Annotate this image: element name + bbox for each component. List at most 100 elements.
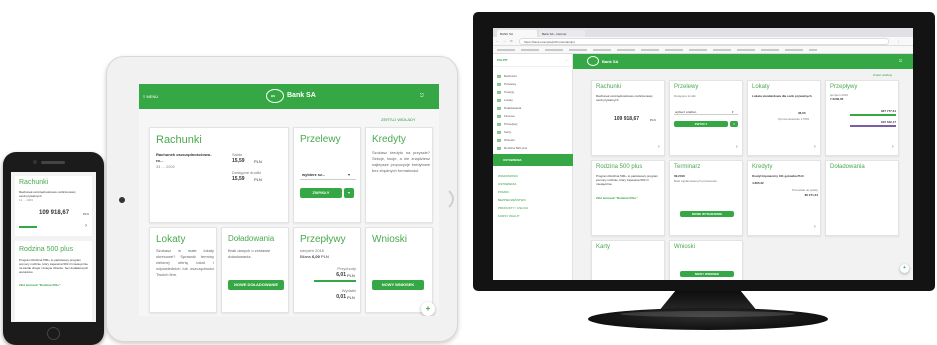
browser-tab-second-label: Bank SA - Internet <box>542 32 567 36</box>
back-arrow-icon[interactable]: ← <box>496 39 499 43</box>
sidebar-item-label: Przepływy <box>504 122 518 126</box>
hamburger-icon: ≡ <box>143 94 146 99</box>
phone-accounts-card[interactable]: Rachunki Rachunek oszczędnościowo-rozlic… <box>15 176 92 236</box>
browser-tab-active-label: BANK SA <box>500 32 514 36</box>
phone-family-link[interactable]: Złóż wniosek "Rodzina 500+" <box>19 283 61 287</box>
monitor-loans-title: Kredyty <box>752 164 773 170</box>
phone-camera <box>33 160 37 164</box>
url-input[interactable]: https://bank.example/pl/frontend/pulpit <box>519 38 889 45</box>
logout-icon[interactable]: ⎋ <box>420 93 424 99</box>
monitor-loans-tile[interactable]: Kredyty Kredyt hipoteczny 311 gotówka PL… <box>747 160 821 236</box>
sidebar-item-transfers[interactable]: Przelewy <box>497 82 516 86</box>
monitor-topups-tile[interactable]: Doładowania <box>825 160 899 236</box>
sidebar-link-messages[interactable]: WIADOMOŚCI <box>498 174 518 178</box>
sidebar-settings-item[interactable]: USTAWIENIA <box>493 154 573 166</box>
sidebar-item-family[interactable]: Rodzina 500 plus <box>497 146 527 150</box>
monitor-accounts-tile[interactable]: Rachunki Rachunek oszczędnościowo-rozlic… <box>591 80 665 156</box>
sidebar-item-topups[interactable]: Doładowania <box>497 106 521 110</box>
chevron-right-icon[interactable]: › <box>85 223 87 229</box>
chevron-right-icon[interactable]: › <box>814 144 816 150</box>
monitor-deposits-title: Lokaty <box>752 84 770 90</box>
browser-tab-second[interactable]: Bank SA - Internet <box>539 30 585 37</box>
chevron-right-icon[interactable]: › <box>814 224 816 230</box>
bookmarks-list <box>497 49 817 51</box>
tablet-flows-card[interactable]: Przepływy sierpień 2016 Bilans 6,00 PLN … <box>293 227 361 313</box>
chevron-right-icon[interactable]: › <box>892 144 894 150</box>
sidebar-item-applications[interactable]: Wnioski <box>497 138 515 142</box>
monitor-template-select-value: wybierz szablon <box>675 110 697 114</box>
monitor-deposits-tile[interactable]: Lokaty Lokata standardowa dla osób prywa… <box>747 80 821 156</box>
tablet-balance-value: 15,59 <box>232 158 245 164</box>
monitor-flows-expense-bar <box>850 125 896 127</box>
sidebar-link-security[interactable]: BEZPIECZEŃSTWO <box>498 198 526 202</box>
sidebar-item-finance[interactable]: Finanse <box>497 114 515 118</box>
monitor-flows-income-bar <box>850 114 896 116</box>
tablet-widgets-link[interactable]: ZERTUJ WIDŁADY <box>381 117 416 122</box>
deposit-icon <box>497 98 501 102</box>
sidebar-link-rates[interactable]: KURSY WALUT <box>498 214 520 218</box>
monitor-standard-transfer-button[interactable]: ZWYKŁY <box>674 121 728 127</box>
tablet-new-topup-button[interactable]: NOWE DOŁADOWANIE <box>228 280 284 290</box>
monitor-flows-tile[interactable]: Przepływy sierpień 2016 7 6236,05 927 77… <box>825 80 899 156</box>
tablet-transfer-dropdown-button[interactable]: ▾ <box>344 188 354 198</box>
monitor-transfer-dropdown-button[interactable]: ▾ <box>730 121 738 127</box>
monitor-screen: BANK SA Bank SA - Internet ← → ↻ https:/… <box>493 28 913 280</box>
sidebar-item-deposits[interactable]: Lokaty <box>497 98 513 102</box>
sidebar-item-accounts[interactable]: Rachunki <box>497 74 517 78</box>
sidebar-settings-label: USTAWIENIA <box>503 158 522 162</box>
forward-arrow-icon[interactable]: → <box>503 39 506 43</box>
sidebar-top-label[interactable]: PULPIT <box>497 58 508 62</box>
add-widget-icon[interactable]: + <box>900 264 909 273</box>
tablet-new-application-button[interactable]: NOWY WNIOSEK <box>372 280 424 290</box>
tablet-home-button <box>448 190 454 208</box>
reload-icon[interactable]: ↻ <box>510 39 513 43</box>
monitor-edit-widgets-link[interactable]: Zmień widżety <box>873 73 892 77</box>
logout-icon[interactable]: ⎋ <box>899 58 902 63</box>
tablet-transfers-card[interactable]: Przelewy wybierz sz... ▾ ZWYKŁY ▾ <box>293 127 361 223</box>
monitor-template-select[interactable]: wybierz szablon ▾ <box>674 109 738 115</box>
chevron-down-icon: ▾ <box>348 172 351 177</box>
tablet-account-name2: ro... <box>156 158 164 163</box>
monitor-family-link[interactable]: Złóż wniosek "Rodzina 500+" <box>596 196 638 200</box>
tablet-topups-title: Doładowania <box>228 234 275 243</box>
phone-speaker <box>41 161 65 164</box>
document-icon <box>497 138 501 142</box>
sidebar-link-help[interactable]: POMOC <box>498 190 509 194</box>
monitor-new-event-button[interactable]: NOWE WYDARZENIE <box>680 211 734 217</box>
sidebar-item-cards[interactable]: Karty <box>497 130 511 134</box>
sidebar-link-settings[interactable]: USTAWIENIA <box>498 182 516 186</box>
sidebar-link-products[interactable]: PRODUKTY I USŁUGI <box>498 206 528 210</box>
monitor-applications-tile[interactable]: Wnioski NOWY WNIOSEK <box>669 240 743 280</box>
phone-family-card[interactable]: Rodzina 500 plus Program Rodzina 500+ to… <box>15 241 92 321</box>
tablet-topups-card[interactable]: Doładowania Brak danych o zestawie doład… <box>221 227 289 313</box>
tablet-accounts-title: Rachunki <box>156 134 202 146</box>
tablet-topups-description: Brak danych o zestawie doładowania. <box>228 248 271 259</box>
sidebar-item-flows[interactable]: Przepływy <box>497 122 518 126</box>
monitor-cards-tile[interactable]: Karty <box>591 240 665 280</box>
monitor-transfers-tile[interactable]: Przelewy Dostępne środki wybierz szablon… <box>669 80 743 156</box>
tablet-template-select[interactable]: wybierz sz... ▾ <box>300 170 356 180</box>
monitor-cards-title: Karty <box>596 244 611 250</box>
tablet-deposits-description: Szukasz w małe lokaty okresowe? Sprawdź … <box>156 248 214 277</box>
tablet-deposits-title: Lokaty <box>156 234 186 245</box>
tablet-applications-card[interactable]: Wnioski NOWY WNIOSEK <box>365 227 433 313</box>
chevron-right-icon[interactable]: › <box>736 144 738 150</box>
monitor-terms-tile[interactable]: Terminarz 09.2016 Brak zaplanowanych prz… <box>669 160 743 236</box>
monitor-transfers-label: Dostępne środki <box>674 94 696 98</box>
browser-tab-bar: BANK SA Bank SA - Internet <box>493 28 913 37</box>
tablet-credits-card[interactable]: Kredyty Szukasz kredytu na przyszłe? Sek… <box>365 127 433 223</box>
tablet-menu-button[interactable]: ≡ MENU <box>143 94 158 99</box>
chevron-right-icon[interactable]: › <box>658 144 660 150</box>
browser-menu-icon[interactable]: ⋮ <box>897 39 900 43</box>
browser-address-bar: ← → ↻ https://bank.example/pl/frontend/p… <box>493 37 913 46</box>
sidebar-divider <box>493 66 573 67</box>
sidebar-item-credits[interactable]: Kredyty <box>497 90 514 94</box>
monitor-family-tile[interactable]: Rodzina 500 plus Program Rodzina 500+ to… <box>591 160 665 236</box>
monitor-new-application-button[interactable]: NOWY WNIOSEK <box>680 271 734 277</box>
browser-tab-active[interactable]: BANK SA <box>497 30 537 37</box>
tablet-deposits-card[interactable]: Lokaty Szukasz w małe lokaty okresowe? S… <box>149 227 217 313</box>
tablet-standard-transfer-button[interactable]: ZWYKŁY <box>300 188 342 198</box>
add-widget-icon[interactable]: + <box>421 302 435 316</box>
chevron-left-icon[interactable]: ‹ <box>566 58 567 62</box>
tablet-accounts-card[interactable]: Rachunki Rachunek oszczędnościowo- ro...… <box>149 127 289 223</box>
